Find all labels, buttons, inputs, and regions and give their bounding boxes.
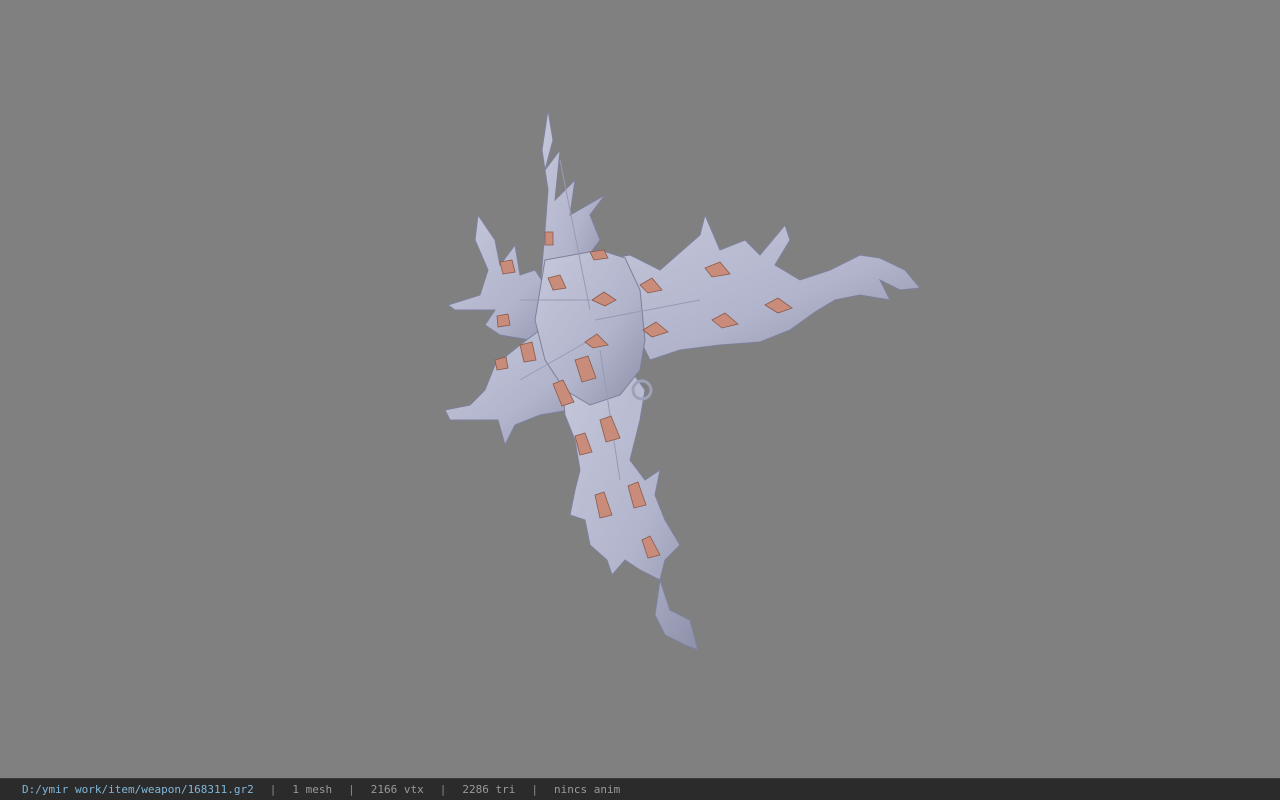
triangle-count: 2286 tri — [462, 783, 516, 796]
separator: | — [439, 783, 447, 796]
3d-viewport[interactable] — [0, 0, 1280, 778]
separator: | — [269, 783, 277, 796]
animation-status: nincs anim — [554, 783, 621, 796]
weapon-mesh[interactable] — [444, 109, 921, 651]
file-path: D:/ymir work/item/weapon/168311.gr2 — [22, 783, 254, 796]
model-render — [444, 109, 921, 651]
separator: | — [348, 783, 355, 796]
vertex-count: 2166 vtx — [370, 783, 424, 796]
separator: | — [531, 783, 539, 796]
status-bar: D:/ymir work/item/weapon/168311.gr2 | 1 … — [0, 778, 1280, 800]
mesh-count: 1 mesh — [292, 783, 333, 796]
